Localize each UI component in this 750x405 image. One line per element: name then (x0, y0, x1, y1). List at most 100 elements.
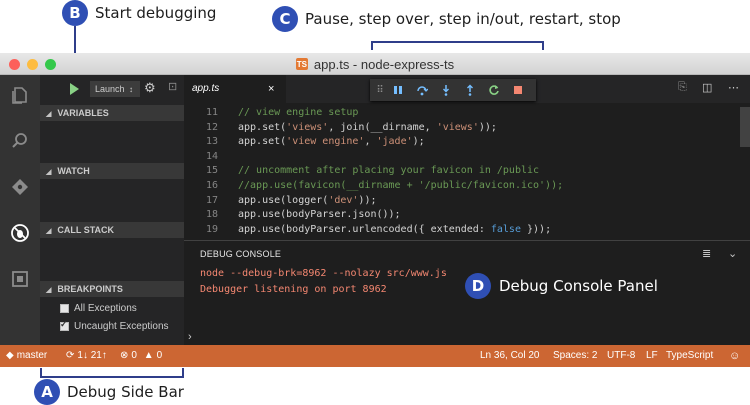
code-token: 'dev' (328, 194, 359, 206)
line-number: 11 (205, 107, 218, 118)
code-token: 'view engine' (286, 136, 365, 148)
callout-c-bracket (371, 41, 544, 50)
call-stack-section-header[interactable]: ◢ CALL STACK (40, 222, 184, 238)
breakpoints-section-header[interactable]: ◢ BREAKPOINTS (40, 281, 184, 297)
code-token: app.use(bodyParser.json()); (238, 209, 401, 221)
line-number: 18 (205, 209, 218, 221)
line-number: 12 (205, 121, 218, 133)
callout-debug-console: D Debug Console Panel (465, 273, 658, 299)
feedback-smiley-icon[interactable]: ☺ (729, 345, 740, 367)
problems-status[interactable]: ⊗ 0 ▲ 0 (120, 345, 162, 367)
call-stack-section-label: CALL STACK (57, 225, 115, 235)
debug-icon[interactable] (8, 221, 32, 245)
open-changes-icon[interactable]: ⎘ (678, 81, 687, 94)
all-exceptions-label: All Exceptions (74, 302, 137, 314)
editor-scrollbar[interactable] (740, 107, 750, 147)
launch-configuration-label: Launch (95, 84, 125, 94)
step-over-icon[interactable] (414, 82, 430, 98)
code-token: app.set( (238, 121, 287, 133)
sync-counts: 1↓ 21↑ (77, 350, 107, 361)
error-count: 0 (131, 350, 137, 361)
debug-console-title: DEBUG CONSOLE (200, 249, 282, 259)
select-caret-icon: ↕ (129, 85, 134, 94)
error-icon: ⊗ (120, 350, 129, 361)
gear-icon[interactable]: ⚙ (144, 80, 156, 96)
code-token: 'views' (286, 121, 329, 133)
encoding-status[interactable]: UTF-8 (607, 345, 635, 367)
code-token: app.set( (238, 136, 287, 148)
window-title-text: app.ts - node-express-ts (313, 56, 455, 72)
tab-app-ts-label: app.ts (192, 83, 220, 94)
code-token: ); (412, 136, 425, 148)
watch-section-label: WATCH (57, 166, 90, 176)
indentation-status[interactable]: Spaces: 2 (553, 345, 597, 367)
collapse-panel-icon[interactable]: ⌄ (728, 247, 737, 260)
start-debugging-icon[interactable] (70, 83, 79, 95)
breakpoint-all-exceptions[interactable]: All Exceptions (60, 300, 137, 316)
tab-app-ts[interactable]: app.ts × (184, 75, 286, 103)
stop-icon[interactable] (510, 82, 526, 98)
code-editor[interactable]: 11// view engine setup 12 app.set('views',… (184, 107, 750, 239)
extensions-icon[interactable] (8, 267, 32, 291)
uncaught-exceptions-checkbox[interactable] (60, 319, 69, 331)
explorer-icon[interactable] (8, 83, 32, 107)
open-console-icon[interactable]: ⊡ (168, 80, 177, 93)
typescript-file-icon: TS (295, 58, 308, 70)
line-number: 14 (205, 150, 218, 162)
more-actions-icon[interactable]: ⋯ (728, 81, 739, 94)
variables-section-label: VARIABLES (57, 108, 109, 118)
restart-icon[interactable] (486, 82, 502, 98)
code-token: false (490, 223, 521, 235)
pause-icon[interactable] (390, 82, 406, 98)
activity-bar (0, 75, 40, 345)
drag-handle-icon[interactable]: ⠿ (372, 82, 388, 98)
callout-debug-side-bar-text: Debug Side Bar (67, 383, 184, 401)
caret-down-icon: ◢ (46, 228, 52, 235)
search-icon[interactable] (8, 129, 32, 153)
line-ending-status[interactable]: LF (646, 345, 658, 367)
callout-start-debugging-text: Start debugging (95, 4, 217, 22)
console-output-line: Debugger listening on port 8962 (200, 284, 387, 295)
language-mode-status[interactable]: TypeScript (666, 345, 713, 367)
split-editor-icon[interactable]: ◫ (702, 81, 712, 94)
git-branch-status[interactable]: ◆ master (6, 345, 47, 367)
status-bar: ◆ master ⟳ 1↓ 21↑ ⊗ 0 ▲ 0 Ln 36, Col 20 Spac… (0, 345, 750, 367)
title-bar: TS app.ts - node-express-ts (0, 53, 750, 75)
step-into-icon[interactable] (438, 82, 454, 98)
watch-section-header[interactable]: ◢ WATCH (40, 163, 184, 179)
code-text: app.use(logger('dev')); (238, 195, 376, 206)
warning-icon: ▲ (143, 350, 154, 361)
callout-debug-actions-text: Pause, step over, step in/out, restart, … (305, 10, 621, 28)
step-out-icon[interactable] (462, 82, 478, 98)
callout-a-bracket (40, 368, 184, 378)
callout-badge-c: C (272, 6, 298, 32)
warning-count: 0 (156, 350, 163, 361)
breakpoints-section-label: BREAKPOINTS (57, 284, 123, 294)
line-number: 16 (205, 180, 218, 191)
code-text: app.use(bodyParser.json()); (238, 209, 401, 220)
close-tab-icon[interactable]: × (268, 75, 274, 103)
clear-console-icon[interactable]: ≣ (702, 247, 711, 260)
line-number: 17 (205, 194, 218, 206)
code-text: app.use(bodyParser.urlencoded({ extended… (238, 224, 551, 235)
code-text: //app.use(favicon(__dirname + '/public/f… (238, 180, 563, 191)
line-number: 13 (205, 136, 218, 148)
callout-debug-side-bar: A Debug Side Bar (34, 379, 184, 405)
uncaught-exceptions-label: Uncaught Exceptions (74, 320, 169, 332)
source-control-icon[interactable] (8, 175, 32, 199)
breakpoint-uncaught-exceptions[interactable]: Uncaught Exceptions (60, 318, 169, 334)
sync-status[interactable]: ⟳ 1↓ 21↑ (66, 345, 107, 367)
console-input-prompt[interactable]: › (188, 331, 192, 343)
all-exceptions-checkbox[interactable] (60, 303, 69, 313)
variables-section-header[interactable]: ◢ VARIABLES (40, 105, 184, 121)
code-token: )); (358, 194, 377, 206)
caret-down-icon: ◢ (46, 111, 52, 118)
cursor-position-status[interactable]: Ln 36, Col 20 (480, 345, 540, 367)
code-token: , join(__dirname, (328, 121, 437, 133)
code-text: // view engine setup (238, 107, 358, 118)
code-token: //app.use(favicon(__dirname + '/public/f… (238, 180, 564, 191)
caret-down-icon: ◢ (46, 287, 52, 294)
launch-configuration-select[interactable]: Launch ↕ (90, 81, 140, 97)
callout-debug-actions: C Pause, step over, step in/out, restart… (272, 6, 621, 32)
code-token: })); (520, 223, 552, 235)
